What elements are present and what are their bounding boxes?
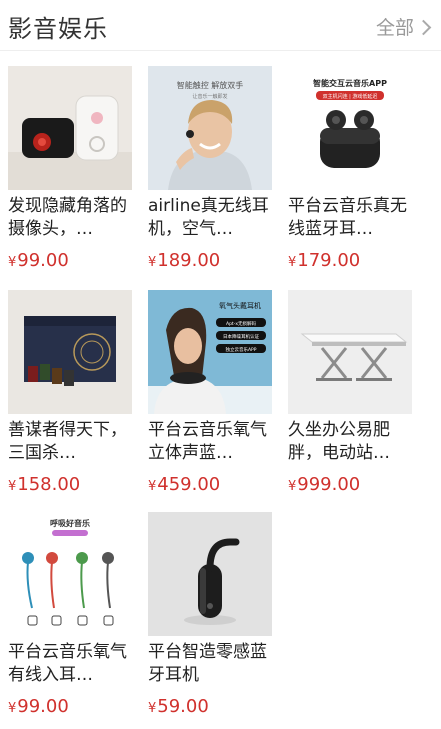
product-price: ¥179.00 bbox=[288, 250, 361, 271]
product-image: 智能交互云音乐APP 双主机闪连 | 游戏低延迟 bbox=[288, 66, 412, 190]
product-price: ¥999.00 bbox=[288, 474, 361, 495]
product-card[interactable]: 善谋者得天下，三国杀… ¥158.00 bbox=[8, 290, 132, 498]
product-image bbox=[288, 290, 412, 414]
product-card[interactable]: 智能触控 解放双手 让音乐一触即发 airline真无线耳机，空气… ¥189.… bbox=[148, 66, 272, 274]
product-card[interactable]: 久坐办公易肥胖，电动站… ¥999.00 bbox=[288, 290, 412, 498]
product-image: 氧气头戴耳机 Apt-x无损解码 日本降噪耳机认证 独立云音乐APP bbox=[148, 290, 272, 414]
image-tag-text: 日本降噪耳机认证 bbox=[223, 333, 259, 340]
product-card[interactable]: 发现隐藏角落的摄像头，… ¥99.00 bbox=[8, 66, 132, 274]
product-name: 平台智造零感蓝牙耳机 bbox=[148, 642, 267, 685]
chevron-right-icon bbox=[415, 19, 432, 35]
product-price: ¥99.00 bbox=[8, 696, 69, 717]
product-price: ¥99.00 bbox=[8, 250, 69, 271]
product-price: ¥59.00 bbox=[148, 696, 209, 717]
product-name: airline真无线耳机，空气… bbox=[148, 196, 269, 239]
product-name: 久坐办公易肥胖，电动站… bbox=[288, 420, 390, 463]
product-image bbox=[8, 66, 132, 190]
image-banner-text: 智能触控 解放双手 bbox=[177, 80, 244, 90]
product-name: 平台云音乐氧气立体声蓝… bbox=[148, 420, 267, 463]
product-image: 呼吸好音乐 bbox=[8, 512, 132, 636]
product-card[interactable]: 呼吸好音乐 平台云音乐氧气有线入耳… ¥99.00 bbox=[8, 512, 132, 720]
product-price: ¥459.00 bbox=[148, 474, 221, 495]
image-sub-text: 双主机闪连 | 游戏低延迟 bbox=[323, 93, 378, 100]
product-name: 善谋者得天下，三国杀… bbox=[8, 420, 127, 463]
view-all-link[interactable]: 全部 bbox=[375, 13, 432, 40]
section-header: 影音娱乐 全部 bbox=[0, 0, 441, 51]
product-price: ¥158.00 bbox=[8, 474, 81, 495]
view-all-label: 全部 bbox=[375, 17, 414, 39]
image-tag-text: Apt-x无损解码 bbox=[226, 320, 256, 327]
product-card[interactable]: 平台智造零感蓝牙耳机 ¥59.00 bbox=[148, 512, 272, 720]
product-image: 智能触控 解放双手 让音乐一触即发 bbox=[148, 66, 272, 190]
image-banner-text: 呼吸好音乐 bbox=[50, 518, 90, 528]
image-banner-text: 氧气头戴耳机 bbox=[219, 301, 261, 310]
section-title: 影音娱乐 bbox=[8, 15, 108, 43]
product-name: 平台云音乐氧气有线入耳… bbox=[8, 642, 127, 685]
image-sub-text: 让音乐一触即发 bbox=[192, 93, 227, 100]
image-banner-text: 智能交互云音乐APP bbox=[313, 78, 387, 88]
product-name: 发现隐藏角落的摄像头，… bbox=[8, 196, 127, 239]
product-image bbox=[148, 512, 272, 636]
product-name: 平台云音乐真无线蓝牙耳… bbox=[288, 196, 407, 239]
product-card[interactable]: 智能交互云音乐APP 双主机闪连 | 游戏低延迟 平台云音乐真无线蓝牙耳… ¥1… bbox=[288, 66, 412, 274]
image-tag-text: 独立云音乐APP bbox=[225, 346, 256, 353]
product-price: ¥189.00 bbox=[148, 250, 221, 271]
product-image bbox=[8, 290, 132, 414]
product-card[interactable]: 氧气头戴耳机 Apt-x无损解码 日本降噪耳机认证 独立云音乐APP 平台云音乐… bbox=[148, 290, 272, 498]
